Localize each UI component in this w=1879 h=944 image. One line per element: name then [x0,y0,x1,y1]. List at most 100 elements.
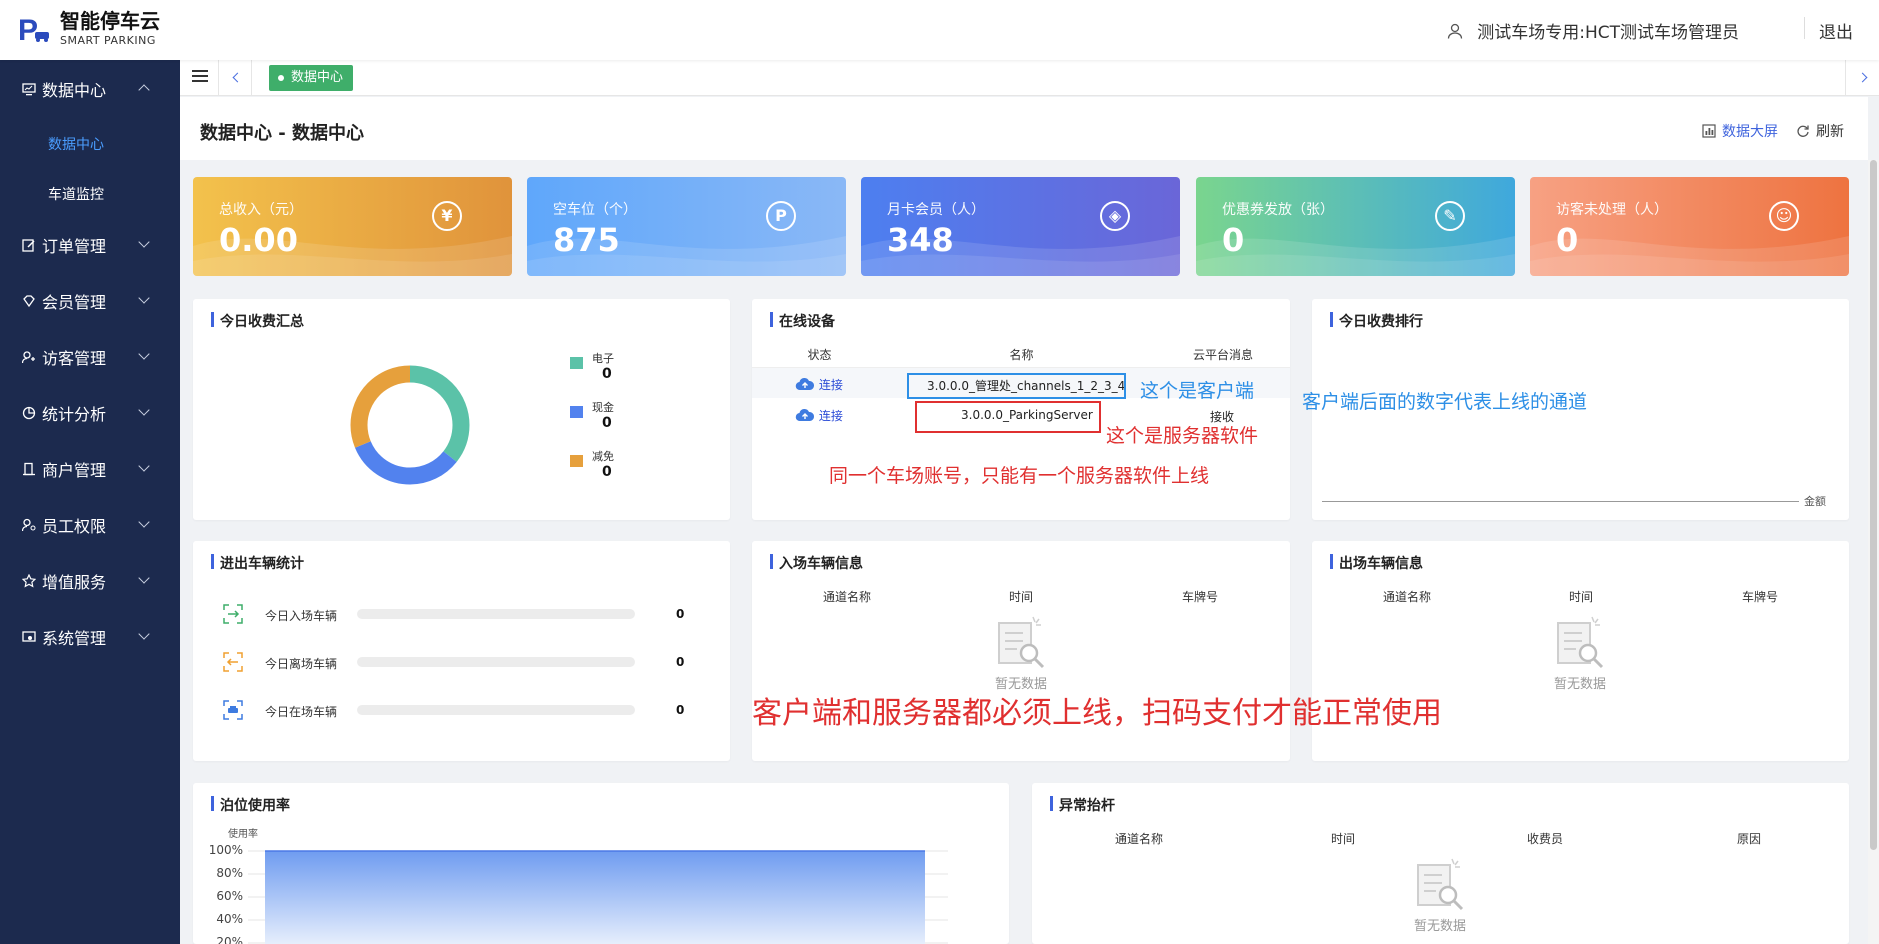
vehicle-stat-label: 今日离场车辆 [265,657,338,671]
no-data-icon [998,616,1045,669]
enter-icon [223,604,243,624]
column-header-reason: 原因 [1736,832,1761,846]
column-header-message: 云平台消息 [1192,348,1253,362]
svg-text:P: P [18,14,38,46]
no-data-icon [1417,858,1464,911]
sidebar-item-data-center[interactable]: 数据中心 [0,69,180,109]
occupancy-panel: 泊位使用率 使用率 100% 80% 60% 40% 20% [193,783,1009,944]
legend-label-cash: 现金 [592,401,614,414]
stat-card: 总收入（元） 0.00 ¥ [193,177,512,276]
bar-chart-icon [1702,124,1716,138]
column-header-channel: 通道名称 [1114,832,1163,846]
y-tick-label: 40% [216,912,243,926]
refresh-button[interactable]: 刷新 [1796,121,1844,141]
refresh-icon [1797,125,1809,137]
sidebar-item-label: 会员管理 [42,293,107,312]
yuan-icon: ¥ [432,201,462,231]
sidebar-item-label: 统计分析 [42,405,107,424]
visitor-icon [22,351,35,364]
tab-bar: 数据中心 [180,60,1879,96]
sidebar-item-system[interactable]: 系统管理 [0,617,180,657]
sidebar-item-staff[interactable]: 员工权限 [0,505,180,545]
stat-label: 优惠券发放（张） [1222,202,1334,218]
sidebar-item-label: 商户管理 [42,461,107,480]
vehicle-stat-entry: 今日入场车辆 0 [223,604,684,624]
panel-title: 今日收费排行 [1330,311,1423,331]
vehicle-stat-bar [357,657,635,667]
stat-card: 月卡会员（人） 348 ◈ [861,177,1180,276]
rank-axis-label: 金额 [1804,495,1826,508]
empty-state: 暂无数据 [971,613,1071,692]
annotation-both-online: 客户端和服务器都必须上线，扫码支付才能正常使用 [752,696,1442,731]
logo: P 智能停车云 SMART PARKING [18,10,160,47]
page-title: 数据中心 - 数据中心 [200,123,365,144]
legend-value-discount: 0 [602,464,612,480]
income-summary-panel: 今日收费汇总 电子 0 现金 0 减免 0 [193,299,730,520]
page-scrollbar[interactable] [1868,160,1879,944]
sidebar-item-merchants[interactable]: 商户管理 [0,449,180,489]
diamond-icon [23,295,35,308]
rank-axis [1322,501,1799,502]
stat-label: 总收入（元） [219,202,303,218]
empty-state-text: 暂无数据 [1553,677,1606,692]
vehicle-stat-label: 今日入场车辆 [265,609,338,623]
logout-button[interactable]: 退出 [1819,18,1853,43]
exit-icon [223,652,243,672]
building-icon [23,462,35,476]
vehicle-stat-present: 今日在场车辆 0 [223,700,684,720]
legend-swatch-cash [570,406,583,418]
abnormal-lift-panel: 异常抬杆 通道名称 时间 收费员 原因 暂无数据 [1032,783,1849,944]
occupancy-chart [248,850,948,944]
column-header-plate: 车牌号 [1741,590,1778,604]
column-header-channel: 通道名称 [1382,590,1431,604]
annotation-server: 这个是服务器软件 [1106,425,1259,447]
stat-card: 访客未处理（人） 0 ☺ [1530,177,1849,276]
sidebar-item-value-added[interactable]: 增值服务 [0,561,180,601]
tab-data-center[interactable]: 数据中心 [269,65,354,91]
visitor-icon: ☺ [1769,201,1799,231]
panel-title: 异常抬杆 [1050,795,1115,815]
chevron-down-icon [138,404,150,416]
column-header-status: 状态 [807,348,832,362]
sidebar-item-statistics[interactable]: 统计分析 [0,393,180,433]
sidebar-subitem-lane-monitor[interactable]: 车道监控 [48,184,104,204]
star-icon [22,574,36,588]
panel-title: 泊位使用率 [211,795,290,815]
column-header-cashier: 收费员 [1526,832,1563,846]
sidebar-item-orders[interactable]: 订单管理 [0,225,180,265]
empty-state: 暂无数据 [1390,855,1490,934]
sidebar-item-label: 访客管理 [42,349,107,368]
tab-scroll-left-button[interactable] [218,60,252,96]
annotation-client-note: 客户端后面的数字代表上线的通道 [1302,391,1588,413]
pie-icon [22,406,36,420]
vehicle-stat-bar [357,705,635,715]
vehicle-stat-value: 0 [676,655,685,669]
monitor-icon [22,83,36,96]
logo-subtitle: SMART PARKING [60,34,156,47]
user-menu[interactable]: 测试车场专用:HCT测试车场管理员 [1447,18,1739,43]
client-highlight-box [907,373,1126,399]
device-status-link[interactable]: 连接 [819,409,843,423]
cloud-upload-icon [795,377,815,391]
scrollbar-thumb[interactable] [1870,160,1877,850]
chevron-down-icon [138,292,150,304]
empty-state-text: 暂无数据 [1413,919,1466,934]
sidebar-item-visitors[interactable]: 访客管理 [0,337,180,377]
panel-title: 进出车辆统计 [211,553,304,573]
settings-icon [22,631,36,642]
parking-logo-icon: P [18,14,49,46]
stat-label: 空车位（个） [553,202,637,218]
vehicle-stat-bar [357,609,635,619]
member-icon: ◈ [1100,201,1130,231]
annotation-client: 这个是客户端 [1140,380,1255,402]
sidebar-item-members[interactable]: 会员管理 [0,281,180,321]
menu-toggle-button[interactable] [192,70,208,84]
tab-scroll-right-button[interactable] [1845,60,1879,96]
panel-title: 出场车辆信息 [1330,553,1423,573]
sidebar-item-label: 系统管理 [42,629,107,648]
y-tick-label: 20% [216,935,243,944]
sidebar-subitem-data-center[interactable]: 数据中心 [48,134,104,154]
vehicle-stat-value: 0 [676,703,685,717]
big-screen-button[interactable]: 数据大屏 [1702,121,1778,141]
device-status-link[interactable]: 连接 [819,378,843,392]
